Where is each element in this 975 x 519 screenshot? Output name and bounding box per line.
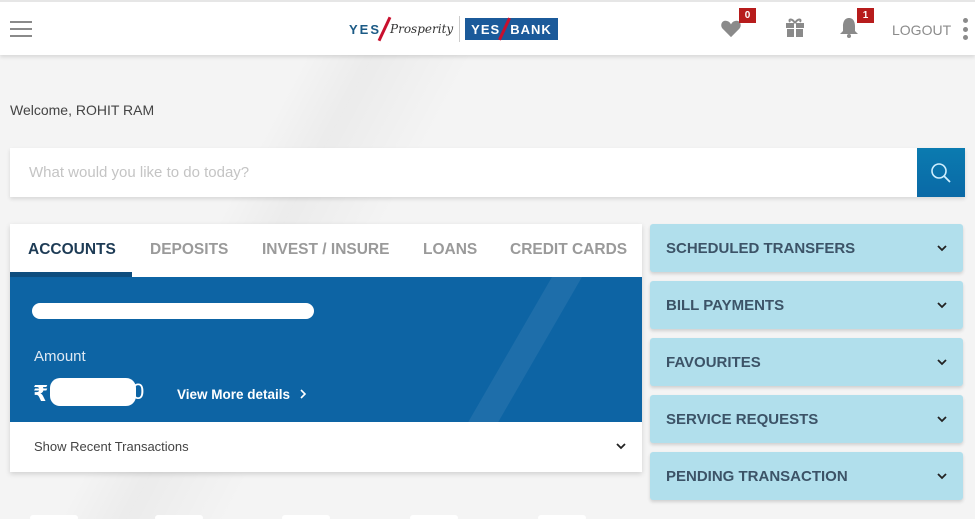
chevron-down-icon (937, 473, 947, 480)
tab-accounts[interactable]: ACCOUNTS (28, 241, 116, 259)
logout-button[interactable]: LOGOUT (892, 22, 951, 38)
chevron-right-icon (300, 389, 306, 399)
accordion-scheduled-transfers[interactable]: SCHEDULED TRANSFERS (650, 224, 963, 272)
quick-links-row (0, 515, 640, 519)
accounts-panel: ACCOUNTS DEPOSITS INVEST / INSURE LOANS … (10, 224, 642, 472)
currency-symbol: ₹ (33, 381, 49, 406)
tab-loans[interactable]: LOANS (423, 241, 477, 259)
card-watermark (442, 277, 588, 422)
notifications-badge: 1 (857, 8, 874, 23)
product-tabs: ACCOUNTS DEPOSITS INVEST / INSURE LOANS … (10, 224, 642, 277)
logo-bank-yes: YES (471, 21, 501, 37)
account-summary-card: Amount ₹ 0 View More details (10, 277, 642, 422)
show-recent-transactions-toggle[interactable]: Show Recent Transactions (10, 422, 642, 472)
favourites-badge: 0 (739, 8, 756, 23)
tab-credit-cards[interactable]: CREDIT CARDS (510, 241, 627, 259)
accordion-pending-transaction[interactable]: PENDING TRANSACTION (650, 452, 963, 500)
account-name-redacted (32, 303, 314, 319)
chevron-down-icon (937, 302, 947, 309)
search-icon (931, 162, 951, 183)
accordion-label: SERVICE REQUESTS (666, 411, 819, 428)
accordion-bill-payments[interactable]: BILL PAYMENTS (650, 281, 963, 329)
logo-yes-text: YES (349, 21, 382, 37)
accordion-service-requests[interactable]: SERVICE REQUESTS (650, 395, 963, 443)
tab-invest-insure[interactable]: INVEST / INSURE (262, 241, 389, 259)
rewards-button[interactable] (784, 16, 808, 40)
yes-bank-logo[interactable]: YES Prosperity YES BANK (349, 15, 558, 43)
gift-icon (786, 18, 804, 37)
chevron-down-icon (616, 443, 626, 450)
chevron-down-icon (937, 416, 947, 423)
quick-link-tile[interactable] (282, 515, 330, 519)
quick-link-tile[interactable] (30, 515, 78, 519)
logo-bank-box: YES BANK (465, 17, 558, 41)
tab-deposits[interactable]: DEPOSITS (150, 241, 228, 259)
more-vertical-icon[interactable] (963, 18, 969, 40)
accordion-label: BILL PAYMENTS (666, 297, 785, 314)
quick-link-tile[interactable] (155, 515, 203, 519)
amount-label: Amount (34, 348, 86, 365)
accordion-label: SCHEDULED TRANSFERS (666, 240, 856, 257)
menu-icon[interactable] (10, 21, 32, 37)
quick-link-tile[interactable] (538, 515, 586, 519)
search-input[interactable] (10, 148, 917, 197)
amount-redacted (50, 378, 136, 406)
quick-link-tile[interactable] (410, 515, 458, 519)
chevron-down-icon (937, 245, 947, 252)
amount-visible-tail: 0 (132, 379, 145, 404)
accordion-label: PENDING TRANSACTION (666, 468, 848, 485)
accordion-favourites[interactable]: FAVOURITES (650, 338, 963, 386)
top-header: YES Prosperity YES BANK 0 1 LOGOUT (0, 0, 975, 55)
chevron-down-icon (937, 359, 947, 366)
logo-prosperity-text: Prosperity (390, 22, 454, 36)
search-button[interactable] (917, 148, 965, 197)
notifications-button[interactable]: 1 (838, 8, 874, 40)
search-bar (10, 148, 965, 197)
welcome-message: Welcome, ROHIT RAM (10, 102, 155, 118)
logo-divider (459, 16, 461, 42)
view-more-label: View More details (177, 387, 291, 402)
recent-transactions-label: Show Recent Transactions (34, 439, 189, 454)
view-more-details-link[interactable]: View More details (177, 387, 308, 402)
favourites-button[interactable]: 0 (720, 8, 756, 40)
accordion-label: FAVOURITES (666, 354, 761, 371)
logo-bank-text: BANK (510, 21, 552, 37)
